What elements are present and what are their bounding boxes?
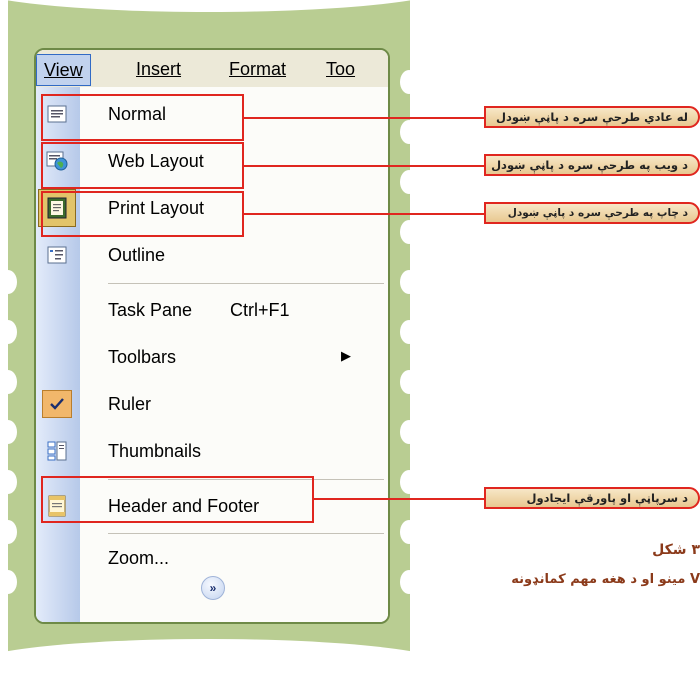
- menu-insert[interactable]: Insert: [136, 59, 181, 80]
- thumbnails-icon: [46, 440, 68, 462]
- connector-header-footer: [314, 498, 484, 500]
- frame-scallop: [0, 520, 17, 544]
- callout-header-footer: د سرپاڼې او پاورقې ايجادول: [484, 487, 700, 509]
- frame-scallop: [400, 270, 418, 294]
- frame-scallop: [0, 270, 17, 294]
- highlight-normal: [41, 94, 244, 141]
- menu-separator: [108, 533, 384, 534]
- submenu-arrow-icon: ▶: [341, 348, 351, 363]
- highlight-header-footer: [41, 476, 314, 523]
- menu-format[interactable]: Format: [229, 59, 286, 80]
- frame-scallop: [0, 370, 17, 394]
- callout-web-layout: د ويب په طرحې سره د پاڼې ښودل: [484, 154, 700, 176]
- callout-normal: له عادي طرحې سره د پاڼې ښودل: [484, 106, 700, 128]
- menu-item-task-pane[interactable]: Task Pane Ctrl+F1: [36, 287, 388, 333]
- menu-separator: [108, 283, 384, 284]
- frame-scallop: [400, 520, 418, 544]
- connector-web-layout: [244, 165, 484, 167]
- frame-scallop: [400, 570, 418, 594]
- menu-item-ruler[interactable]: Ruler: [36, 381, 388, 427]
- connector-normal: [244, 117, 484, 119]
- frame-scallop: [400, 470, 418, 494]
- frame-scallop: [400, 370, 418, 394]
- frame-scallop: [0, 470, 17, 494]
- frame-scallop: [0, 570, 17, 594]
- menu-item-zoom[interactable]: Zoom...: [36, 535, 388, 581]
- menu-view[interactable]: View: [36, 54, 91, 86]
- connector-print-layout: [244, 213, 484, 215]
- frame-scallop: [400, 70, 418, 94]
- menu-item-label: Toolbars: [108, 347, 177, 367]
- frame-scallop: [400, 170, 418, 194]
- highlight-print-layout: [41, 191, 244, 237]
- frame-scallop: [400, 220, 418, 244]
- frame-scallop: [400, 320, 418, 344]
- highlight-web-layout: [41, 142, 244, 189]
- menu-item-label: Zoom...: [108, 548, 170, 568]
- outline-icon: [46, 244, 68, 266]
- frame-scallop: [400, 120, 418, 144]
- menu-item-thumbnails[interactable]: Thumbnails: [36, 428, 388, 474]
- menu-item-toolbars[interactable]: Toolbars ▶: [36, 334, 388, 380]
- menu-item-label: Task Pane: [108, 300, 193, 320]
- frame-scallop: [400, 420, 418, 444]
- menu-item-outline[interactable]: Outline: [36, 232, 388, 278]
- checkmark-icon: [46, 393, 68, 415]
- figure-caption: V مينو او د هغه مهم کمانډونه: [511, 572, 700, 587]
- frame-scallop: [0, 320, 17, 344]
- menu-tools[interactable]: Too: [326, 59, 355, 80]
- menu-bar: View Insert Format Too: [36, 50, 388, 88]
- callout-print-layout: د چاپ په طرحې سره د پاڼې ښودل: [484, 202, 700, 224]
- menu-item-shortcut: Ctrl+F1: [230, 300, 290, 320]
- expand-chevron-icon[interactable]: »: [201, 576, 225, 600]
- menu-item-label: Thumbnails: [108, 441, 202, 461]
- menu-item-label: Ruler: [108, 394, 152, 414]
- figure-number: ۳ شکل: [652, 542, 700, 558]
- menu-item-label: Outline: [108, 245, 166, 265]
- frame-scallop: [0, 420, 17, 444]
